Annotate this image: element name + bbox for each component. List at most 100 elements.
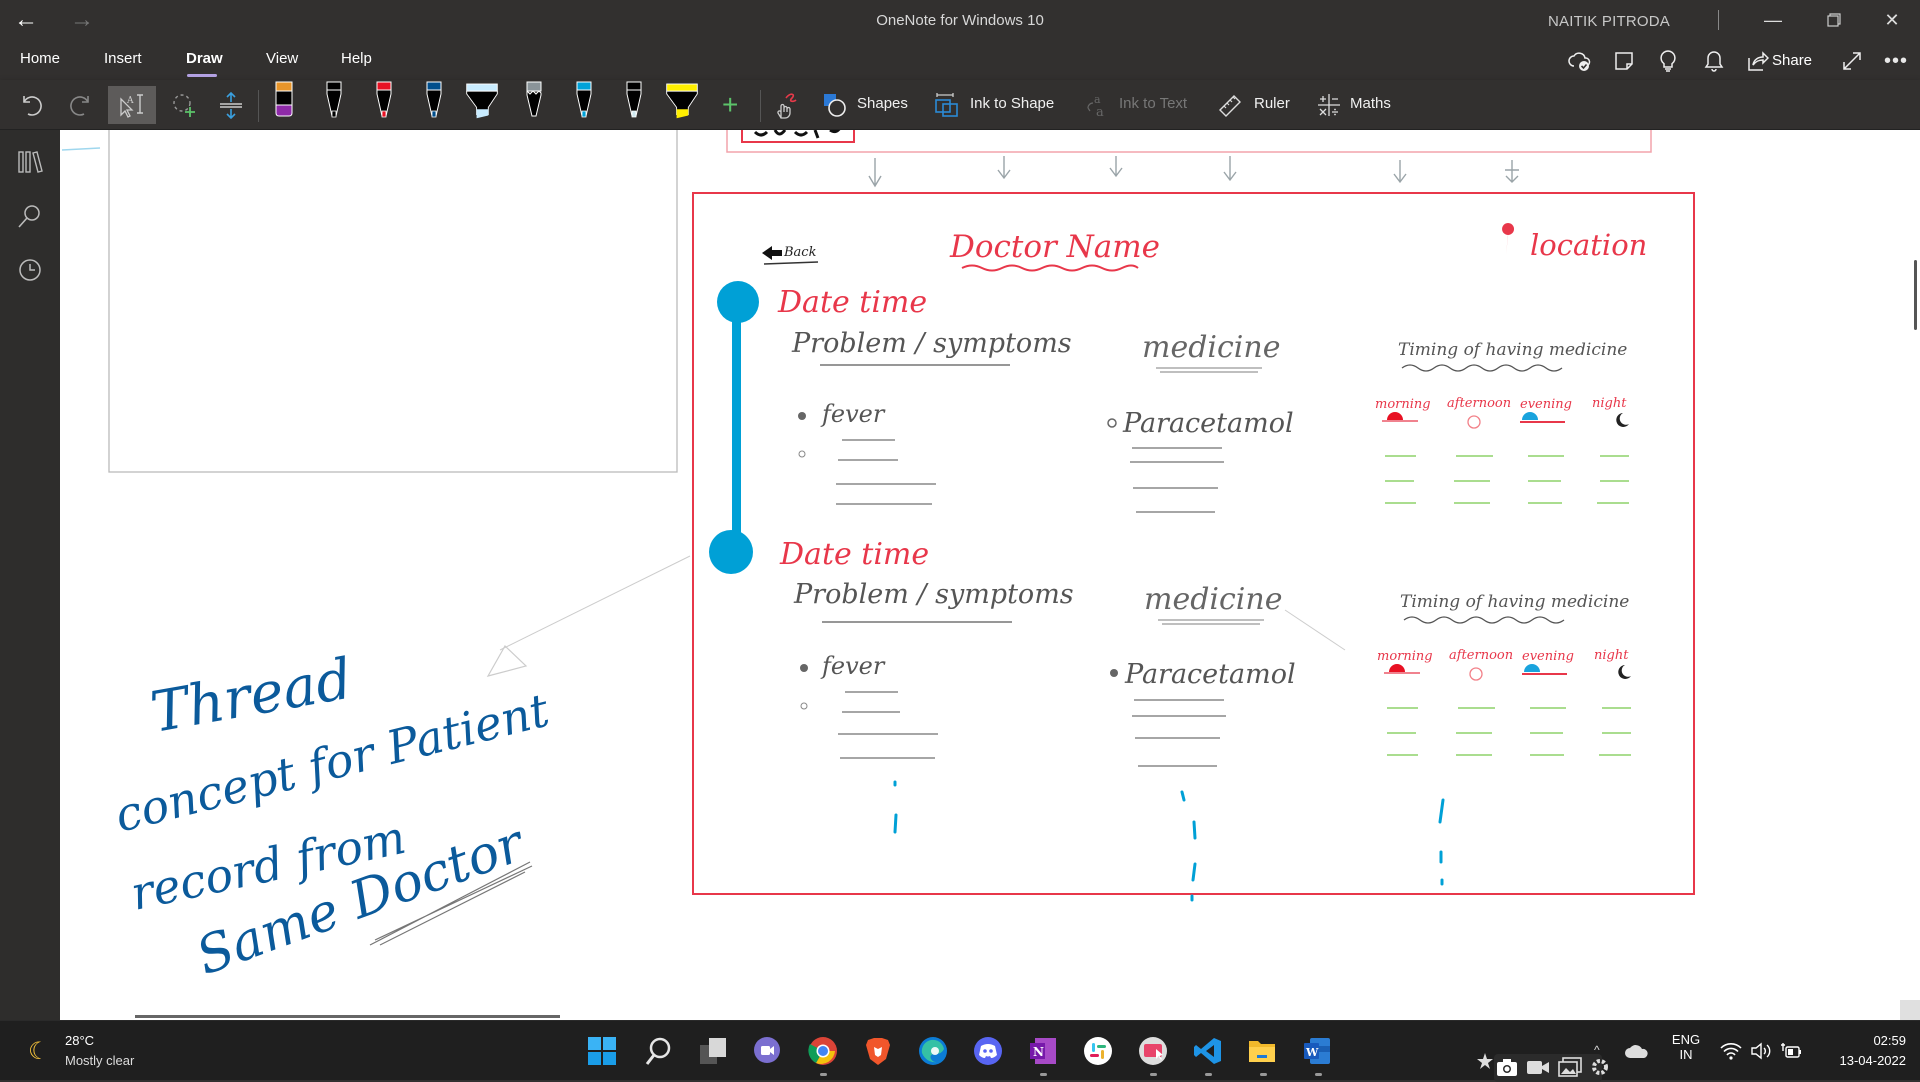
connector-line [499,555,691,651]
empty-frame [108,130,678,473]
running-indicator [1150,1073,1157,1076]
tab-help[interactable]: Help [341,50,372,67]
pinned-star-icon[interactable] [1474,1051,1496,1073]
tray-chevron-up-icon[interactable]: ^ [1594,1043,1600,1057]
restore-button[interactable] [1814,6,1854,34]
teams-chat-icon[interactable] [751,1035,783,1067]
pencil-gray[interactable] [516,80,552,124]
redo-button[interactable] [68,86,98,124]
wifi-icon[interactable] [1720,1042,1742,1060]
shapes-button[interactable]: Shapes [857,95,908,112]
tab-draw[interactable]: Draw [186,50,223,67]
pen-dark-blue[interactable] [416,80,452,124]
tell-me-button[interactable] [1654,48,1682,74]
toolbar-separator [760,90,761,122]
video-icon[interactable] [1526,1059,1550,1075]
discord-icon[interactable] [972,1035,1004,1067]
pen-red[interactable] [366,80,402,124]
notifications-button[interactable] [1700,48,1728,74]
navigation-sidebar [0,130,60,1020]
search-icon[interactable] [16,202,44,230]
vertical-scrollbar[interactable] [1914,260,1917,330]
volume-icon[interactable] [1750,1042,1772,1060]
highlighter-light-blue[interactable] [464,80,500,124]
pen-black-2[interactable] [616,80,652,124]
share-button[interactable] [1744,48,1772,74]
timing-slot-morning: morning [1377,649,1433,664]
file-explorer-icon[interactable] [1246,1035,1278,1067]
connector-line [1284,609,1346,651]
back-link[interactable]: Back [783,245,817,260]
sun-icon [1469,667,1483,681]
plus-icon: + [722,89,739,120]
fullscreen-button[interactable] [1838,48,1866,74]
eraser-tool[interactable] [266,80,302,124]
horizontal-scrollbar[interactable] [135,1015,560,1018]
ink-to-shape-button[interactable]: Ink to Shape [970,95,1054,112]
minimize-button[interactable]: — [1753,6,1793,34]
draw-with-touch-icon [777,93,797,119]
recent-icon[interactable] [16,256,44,284]
battery-charging-icon[interactable] [1780,1041,1802,1061]
ink-to-shape-icon[interactable] [934,92,960,118]
gallery-icon[interactable] [1558,1057,1582,1077]
add-space-button[interactable] [218,86,248,124]
touch-drawing-button[interactable] [772,86,802,124]
back-arrow-icon[interactable] [762,246,782,260]
sync-status-button[interactable] [1566,48,1594,74]
camera-icon[interactable] [1496,1057,1518,1077]
ink-to-text-icon: aa [1087,93,1104,118]
system-clock[interactable]: 02:59 13-04-2022 [1840,1031,1907,1071]
edge-icon[interactable] [917,1035,949,1067]
slack-icon[interactable] [1082,1035,1114,1067]
draw-toolbar: A + Shapes Ink to Shape aa Ink to Text R… [0,80,1920,130]
lasso-select-button[interactable] [170,86,200,124]
bullet [1110,669,1118,677]
language-indicator[interactable]: ENG IN [1668,1032,1704,1062]
add-pen-button[interactable]: + [722,86,746,124]
lasso-text-select-button[interactable]: A [108,86,156,124]
ink-stroke [753,130,841,139]
highlighter-yellow[interactable] [664,80,700,124]
undo-button[interactable] [18,86,48,124]
share-label[interactable]: Share [1772,52,1812,69]
onenote-icon[interactable]: N [1027,1035,1059,1067]
moon-icon [1616,413,1629,427]
sticky-note-icon [1615,52,1633,70]
restore-icon [1827,13,1841,27]
sticky-notes-button[interactable] [1610,48,1638,74]
shapes-icon[interactable] [822,92,848,118]
ruler-icon[interactable] [1218,92,1244,118]
chrome-icon[interactable] [807,1035,839,1067]
page-canvas[interactable]: Back Doctor Name location Date time Prob… [60,130,1920,1020]
running-indicator [820,1073,827,1076]
tab-view[interactable]: View [266,50,298,67]
settings-gear-icon[interactable] [1590,1057,1610,1077]
close-button[interactable]: ✕ [1872,6,1912,34]
maths-icon[interactable] [1316,92,1342,118]
notebooks-icon[interactable] [16,148,44,176]
weather-description[interactable]: Mostly clear [65,1053,134,1068]
ruler-button[interactable]: Ruler [1254,95,1290,112]
search-icon[interactable] [642,1035,674,1067]
pen-black[interactable] [316,80,352,124]
brave-icon[interactable] [862,1035,894,1067]
onedrive-icon[interactable] [1624,1043,1650,1059]
task-view-icon[interactable] [697,1035,729,1067]
start-icon[interactable] [586,1035,618,1067]
ellipsis-icon: ••• [1883,49,1908,72]
clock-date: 13-04-2022 [1839,1053,1907,1068]
user-account-name[interactable]: NAITIK PITRODA [1548,13,1670,30]
tab-insert[interactable]: Insert [104,50,142,67]
bell-icon [1704,51,1724,72]
word-icon[interactable]: W [1301,1035,1333,1067]
screen-recorder-icon[interactable] [1137,1035,1169,1067]
maths-button[interactable]: Maths [1350,95,1391,112]
weather-moon-icon[interactable]: ☾ [28,1037,50,1066]
vscode-icon[interactable] [1192,1035,1224,1067]
pen-light-blue[interactable] [566,80,602,124]
more-options-button[interactable]: ••• [1882,48,1910,74]
region-code: IN [1679,1047,1693,1062]
tab-home[interactable]: Home [20,50,60,67]
weather-temperature[interactable]: 28°C [65,1033,94,1048]
